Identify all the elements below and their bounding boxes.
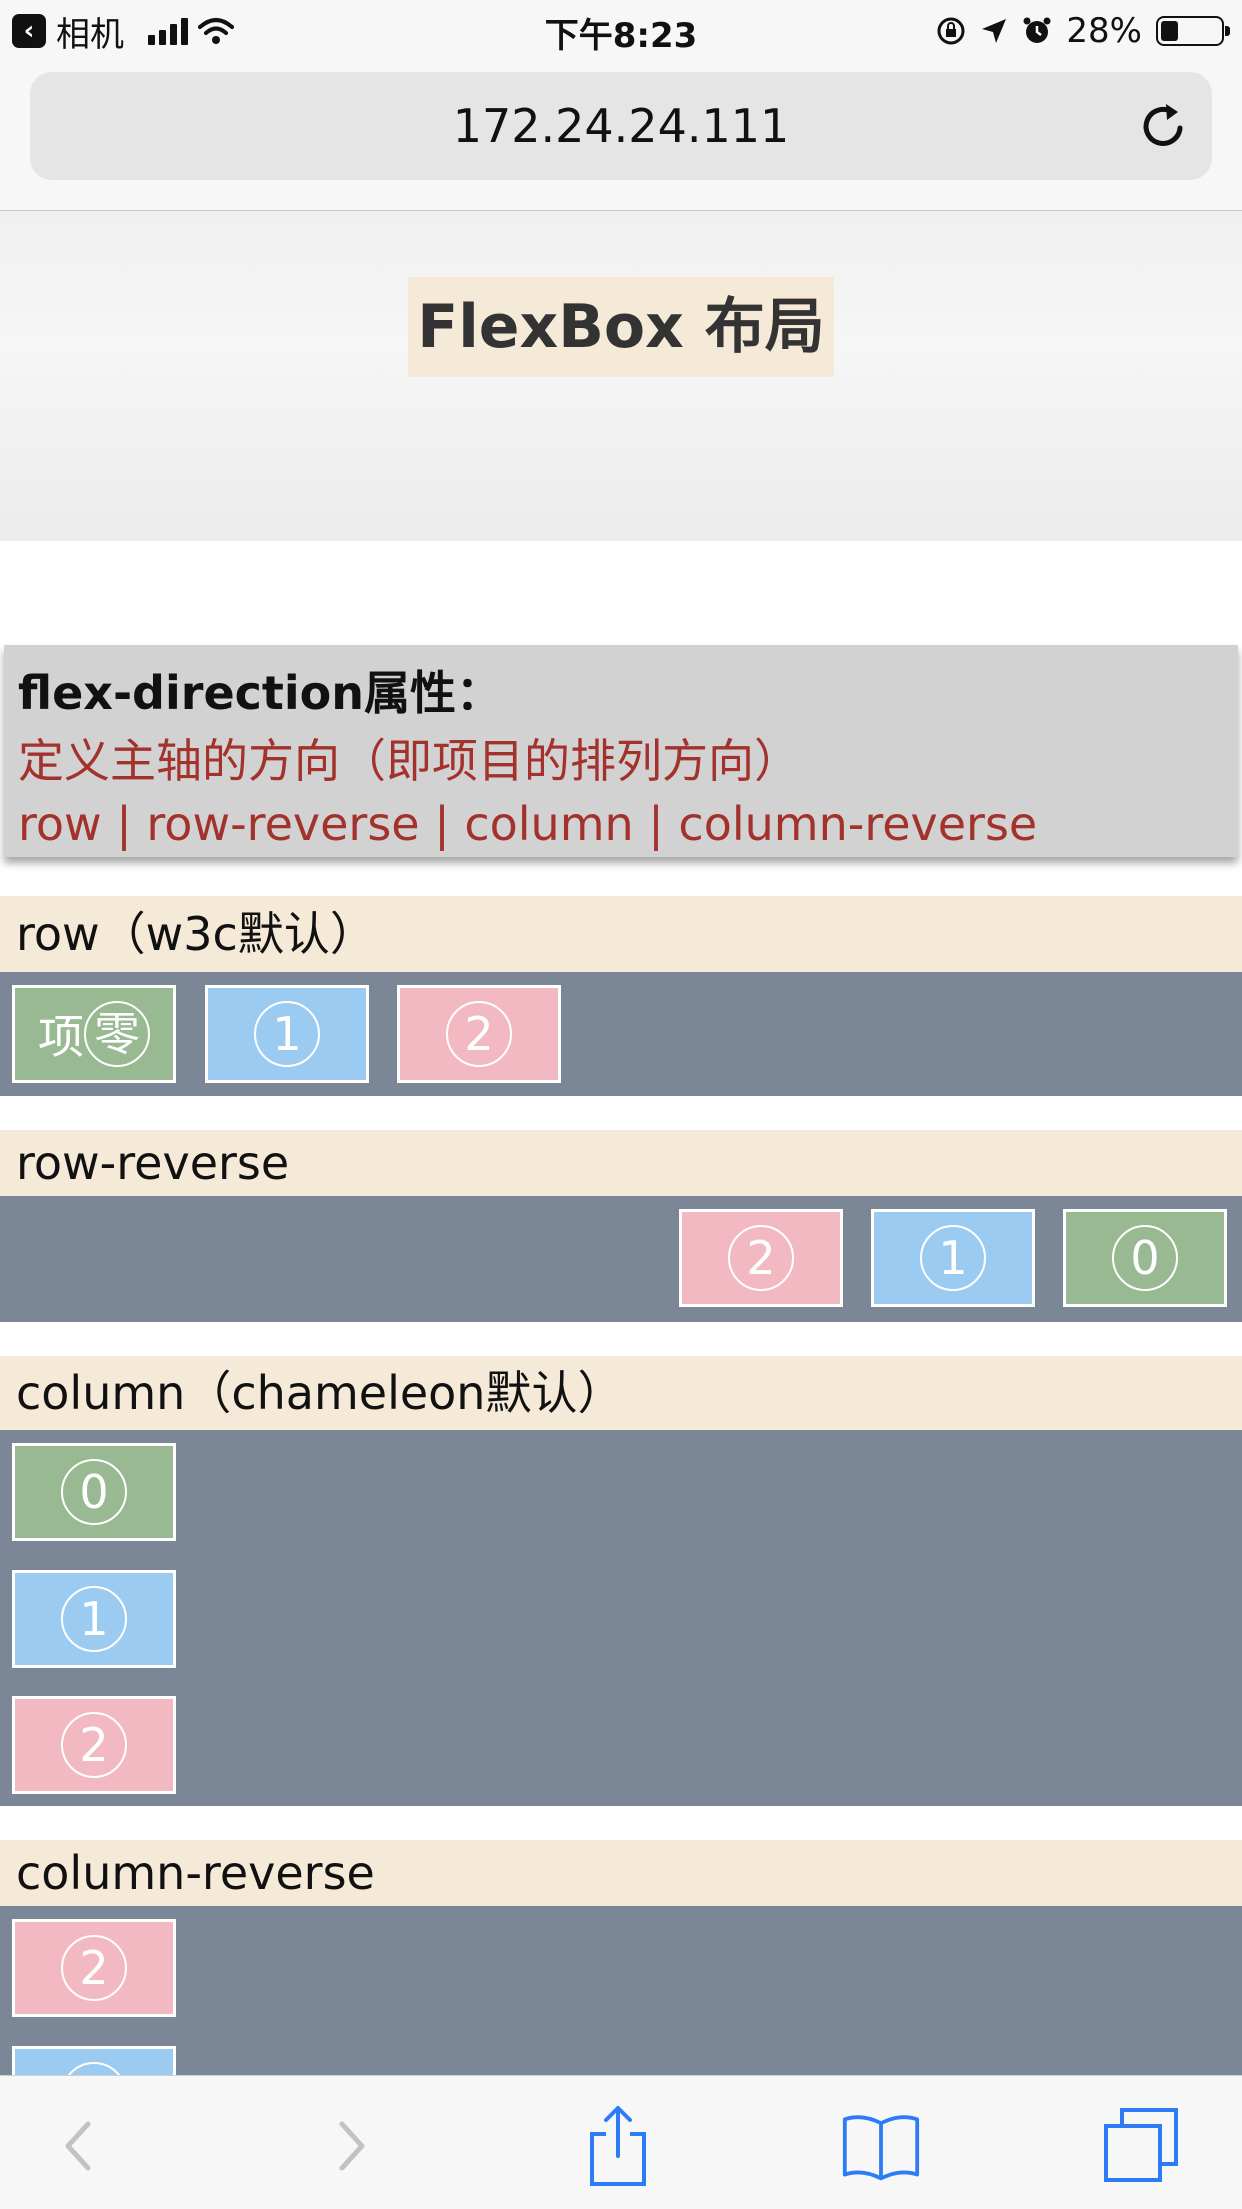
property-values: row | row-reverse | column | column-reve…: [18, 797, 1038, 851]
bookmarks-icon[interactable]: [841, 2106, 921, 2186]
demo-stage-column: 0 1 2: [0, 1430, 1242, 1806]
section-label-row-reverse: row-reverse: [0, 1130, 1242, 1196]
rotation-lock-icon: [937, 17, 965, 45]
flex-item-2: 2: [12, 1919, 176, 2017]
back-arrow-icon[interactable]: [38, 2106, 118, 2186]
flex-item-number: 1: [61, 2062, 127, 2076]
page-header: FlexBox 布局: [0, 211, 1242, 541]
address-bar[interactable]: 172.24.24.111: [30, 72, 1212, 180]
location-icon: [982, 19, 1007, 43]
flex-item-prefix: 项: [38, 1010, 84, 1064]
property-description: 定义主轴的方向（即项目的排列方向）: [18, 734, 800, 788]
flex-item-1: 1: [871, 1209, 1035, 1307]
reload-icon[interactable]: [1136, 98, 1192, 154]
battery-icon: [1156, 16, 1230, 46]
section-label-row: row（w3c默认）: [0, 896, 1242, 972]
property-title: flex-direction属性：: [18, 666, 503, 720]
flex-item-number: 0: [1112, 1225, 1178, 1291]
browser-toolbar: [0, 2075, 1242, 2209]
address-bar-area: 172.24.24.111: [0, 62, 1242, 211]
flex-item-2: 2: [679, 1209, 843, 1307]
flex-item-1: 1: [12, 1570, 176, 1668]
flex-item-2: 2: [397, 985, 561, 1083]
battery-percent: 28%: [1066, 11, 1142, 51]
status-right: 28%: [936, 8, 1230, 54]
flex-item-number: 2: [728, 1225, 794, 1291]
flex-item-number: 1: [61, 1586, 127, 1652]
section-label-column-reverse: column-reverse: [0, 1840, 1242, 1906]
flex-item-0: 0: [1063, 1209, 1227, 1307]
flex-item-number: 零: [84, 1001, 150, 1067]
flex-item-1: 1: [205, 985, 369, 1083]
flex-item-number: 2: [61, 1712, 127, 1778]
flex-item-0: 项零: [12, 985, 176, 1083]
flex-item-number: 0: [61, 1459, 127, 1525]
alarm-icon: [1023, 17, 1051, 43]
page-title: FlexBox 布局: [408, 277, 834, 377]
flex-item-number: 1: [254, 1001, 320, 1067]
property-info-box: flex-direction属性： 定义主轴的方向（即项目的排列方向） row …: [4, 645, 1238, 857]
flex-item-number: 2: [61, 1935, 127, 2001]
flex-item-0: 0: [12, 1443, 176, 1541]
status-bar: ‹ 相机 下午8:23 28%: [0, 0, 1242, 62]
demo-stage-column-reverse: 2 1: [0, 1906, 1242, 2076]
url-text[interactable]: 172.24.24.111: [30, 72, 1212, 180]
share-icon[interactable]: [578, 2106, 658, 2186]
demo-stage-row: 项零 1 2: [0, 972, 1242, 1096]
tabs-icon[interactable]: [1102, 2106, 1182, 2186]
demo-stage-row-reverse: 2 1 0: [0, 1196, 1242, 1322]
flex-item-1: 1: [12, 2046, 176, 2076]
flex-item-number: 1: [920, 1225, 986, 1291]
forward-arrow-icon[interactable]: [312, 2106, 392, 2186]
section-label-column: column（chameleon默认）: [0, 1356, 1242, 1430]
flex-item-2: 2: [12, 1696, 176, 1794]
flex-item-number: 2: [446, 1001, 512, 1067]
